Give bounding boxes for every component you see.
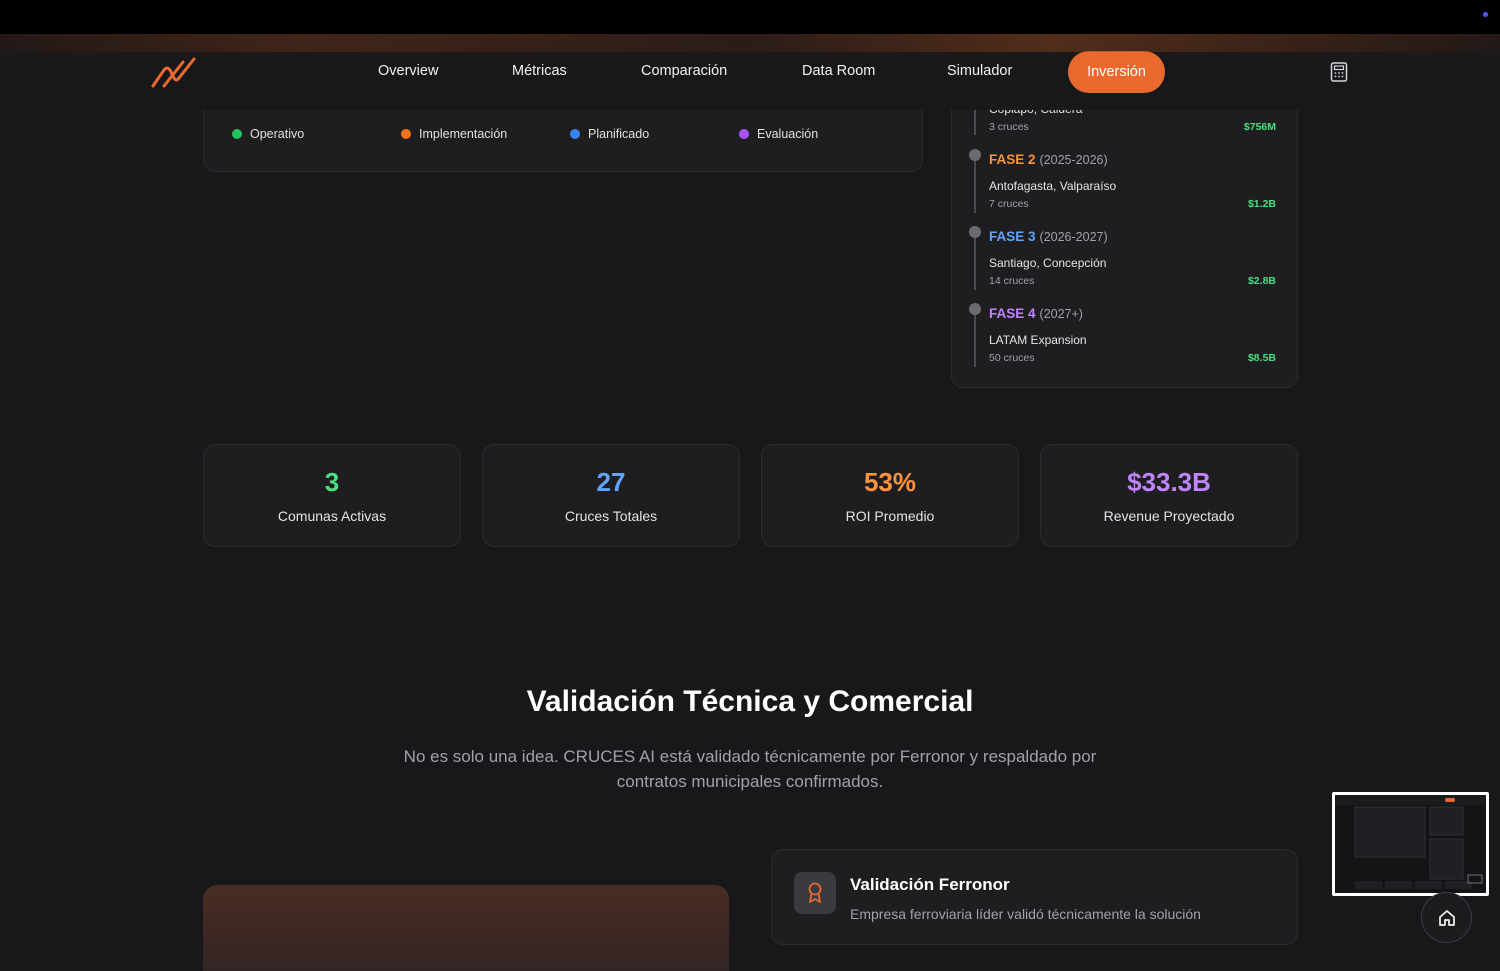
phase-header: FASE 2 (2025-2026) [989, 152, 1108, 167]
phase-amount: $756M [1243, 121, 1276, 133]
phase-location: Santiago, Concepción [989, 256, 1107, 270]
timeline-line [974, 161, 976, 213]
phase-amount: $8.5B [1247, 352, 1276, 364]
legend-label: Planificado [588, 127, 650, 141]
phase-crossings: 3 cruces [989, 121, 1029, 133]
phase-name: FASE 2 [989, 152, 1036, 167]
legend-item-implementacion: Implementación [401, 127, 507, 141]
nav-simulador[interactable]: Simulador [947, 63, 1012, 79]
timeline-dot [969, 226, 981, 238]
legend-label: Evaluación [757, 127, 819, 141]
timeline-line [974, 238, 976, 290]
stat-roi-promedio: 53% ROI Promedio [761, 444, 1019, 547]
feature-card-ferronor: Validación Ferronor Empresa ferroviaria … [771, 849, 1298, 945]
legend-label: Implementación [419, 127, 508, 141]
phase-years: (2026-2027) [1039, 230, 1108, 244]
stat-label: ROI Promedio [845, 508, 935, 524]
section-subtitle: No es solo una idea. CRUCES AI está vali… [403, 747, 1097, 791]
stat-label: Cruces Totales [564, 508, 658, 524]
award-icon [794, 872, 836, 914]
logo-icon[interactable] [150, 56, 198, 90]
legend-item-evaluacion: Evaluación [739, 127, 818, 141]
timeline-dot [969, 303, 981, 315]
nav-comparacion[interactable]: Comparación [641, 63, 727, 79]
stat-value: 27 [596, 467, 626, 497]
stat-value: 3 [324, 467, 340, 497]
timeline-line [974, 315, 976, 367]
legend-label: Operativo [250, 127, 305, 141]
nav-data-room[interactable]: Data Room [802, 63, 875, 79]
nav-metricas[interactable]: Métricas [512, 63, 567, 79]
phase-years: (2027+) [1039, 307, 1083, 321]
minimap-preview [1335, 795, 1486, 889]
calculator-icon[interactable] [1330, 62, 1348, 82]
phase-header: FASE 3 (2026-2027) [989, 229, 1108, 244]
home-icon [1438, 909, 1455, 926]
phase-location: Antofagasta, Valparaíso [989, 179, 1117, 193]
phase-amount: $1.2B [1247, 198, 1276, 210]
phase-header: FASE 4 (2027+) [989, 306, 1083, 321]
legend-item-planificado: Planificado [570, 127, 649, 141]
timeline-dot [969, 149, 981, 161]
nav-inversion-button[interactable]: Inversión [1068, 51, 1165, 93]
stat-label: Comunas Activas [277, 508, 387, 524]
status-dot [1483, 12, 1488, 17]
section-title: Validación Técnica y Comercial [526, 685, 974, 718]
legend-swatch [739, 129, 749, 139]
legend-swatch [570, 129, 580, 139]
phase-crossings: 50 cruces [989, 352, 1035, 364]
stat-comunas-activas: 3 Comunas Activas [203, 444, 461, 547]
phase-crossings: 7 cruces [989, 198, 1029, 210]
stat-label: Revenue Proyectado [1103, 508, 1235, 524]
stat-revenue-proyectado: $33.3B Revenue Proyectado [1040, 444, 1298, 547]
feature-description: Empresa ferroviaria líder validó técnica… [850, 906, 1201, 922]
navbar-glow [0, 34, 1500, 52]
page-minimap[interactable] [1332, 792, 1489, 896]
legend-item-operativo: Operativo [232, 127, 304, 141]
feature-title: Validación Ferronor [850, 875, 1010, 894]
stat-value: $33.3B [1127, 467, 1211, 497]
home-button[interactable] [1421, 892, 1472, 943]
stat-cruces-totales: 27 Cruces Totales [482, 444, 740, 547]
phase-years: (2025-2026) [1039, 153, 1108, 167]
nav-overview[interactable]: Overview [378, 63, 438, 79]
legend-swatch [401, 129, 411, 139]
stat-value: 53% [863, 467, 917, 497]
phase-location: LATAM Expansion [989, 333, 1087, 347]
phases-timeline-card: Copiapó, Caldera 3 cruces $756M FASE 2(2… [951, 90, 1298, 388]
phase-crossings: 14 cruces [989, 275, 1035, 287]
browser-top-bar [0, 0, 1500, 34]
phase-amount: $2.8B [1247, 275, 1276, 287]
phase-name: FASE 3 [989, 229, 1036, 244]
phase-name: FASE 4 [989, 306, 1036, 321]
legend-swatch [232, 129, 242, 139]
validation-image [203, 885, 729, 971]
